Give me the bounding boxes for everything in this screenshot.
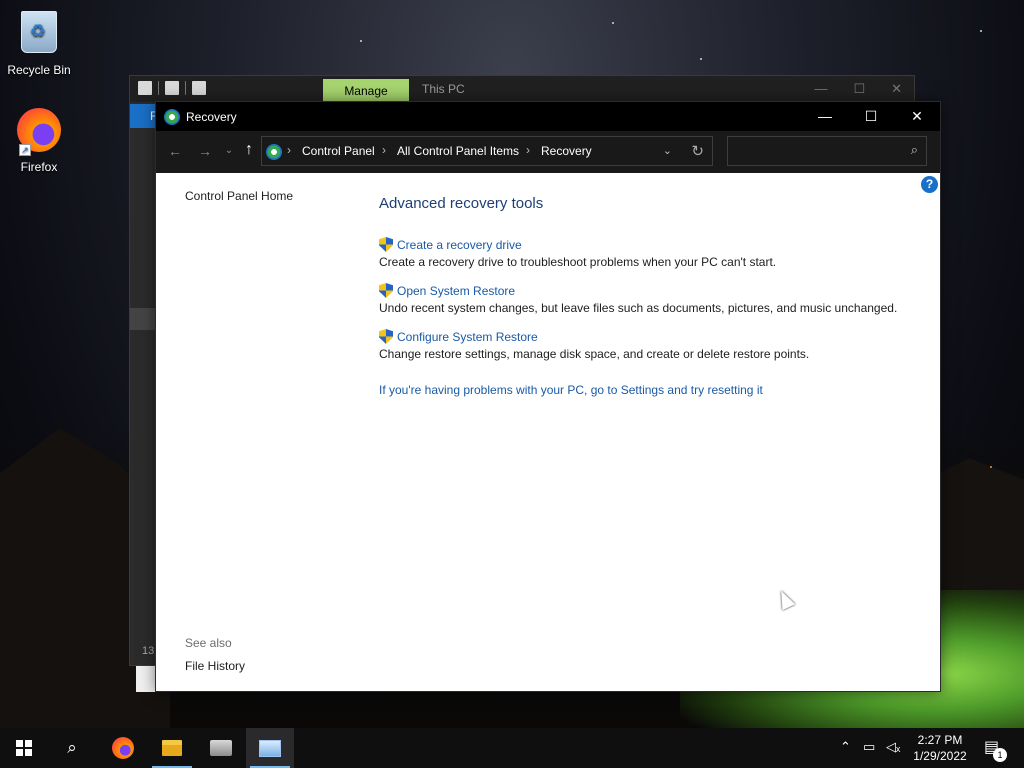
- search-icon: ⌕: [67, 738, 77, 757]
- task-create-recovery-drive: Create a recovery drive Create a recover…: [379, 237, 776, 269]
- breadcrumb-all-control-panel-items[interactable]: All Control Panel Items: [397, 144, 519, 158]
- windows-logo-icon: [16, 740, 32, 756]
- firefox-icon: [112, 737, 134, 759]
- breadcrumb-recovery[interactable]: Recovery: [541, 144, 592, 158]
- see-also-label: See also: [185, 636, 232, 650]
- background-window-controls: — ☐ ✕: [814, 81, 902, 97]
- notification-count-badge: 1: [993, 748, 1007, 762]
- task-description: Create a recovery drive to troubleshoot …: [379, 255, 777, 269]
- uac-shield-icon: [379, 329, 393, 344]
- computer-icon[interactable]: [138, 81, 152, 95]
- content-area: ? Control Panel Home See also File Histo…: [156, 173, 940, 691]
- close-icon[interactable]: ✕: [891, 81, 902, 97]
- left-pane: Control Panel Home See also File History: [185, 173, 365, 691]
- refresh-icon[interactable]: ↻: [691, 142, 704, 160]
- quick-access-toolbar: [138, 81, 206, 95]
- breadcrumb-separator[interactable]: ›: [526, 143, 530, 157]
- up-arrow-icon[interactable]: ↑: [239, 141, 259, 159]
- task-link-label[interactable]: Create a recovery drive: [397, 238, 522, 252]
- close-button[interactable]: ✕: [894, 102, 940, 131]
- reset-pc-link[interactable]: If you're having problems with your PC, …: [379, 383, 763, 397]
- folder-icon: [162, 740, 182, 756]
- wallpaper-star: [990, 466, 992, 468]
- desktop-icon-label: Recycle Bin: [7, 63, 71, 77]
- clock-date: 1/29/2022: [913, 749, 967, 763]
- wallpaper-star: [700, 58, 702, 60]
- forward-arrow-icon[interactable]: →: [195, 143, 215, 159]
- task-description: Undo recent system changes, but leave fi…: [379, 301, 898, 315]
- minimize-button[interactable]: —: [802, 102, 848, 131]
- create-recovery-drive-link[interactable]: Create a recovery drive: [379, 237, 776, 252]
- task-link-label[interactable]: Configure System Restore: [397, 330, 538, 344]
- control-panel-icon: [164, 109, 180, 125]
- uac-shield-icon: [379, 283, 393, 298]
- configure-system-restore-link[interactable]: Configure System Restore: [379, 329, 809, 344]
- breadcrumb-control-panel[interactable]: Control Panel: [302, 144, 375, 158]
- task-description: Change restore settings, manage disk spa…: [379, 347, 810, 361]
- firefox-icon: ↗: [15, 108, 63, 156]
- clock-time: 2:27 PM: [917, 733, 963, 747]
- recycle-bin-icon: [15, 11, 63, 59]
- taskbar-firefox[interactable]: [99, 728, 147, 768]
- breadcrumb-separator[interactable]: ›: [287, 143, 291, 157]
- wallpaper-star: [980, 30, 982, 32]
- server-manager-icon: [210, 740, 232, 756]
- recent-locations-chevron-icon[interactable]: ⌄: [219, 145, 239, 156]
- navigation-bar: ← → ⌄ ↑ › Control Panel › All Control Pa…: [156, 131, 940, 173]
- minimize-icon[interactable]: —: [814, 81, 827, 97]
- search-icon[interactable]: ⌕: [911, 142, 918, 158]
- file-history-link[interactable]: File History: [185, 659, 245, 673]
- control-panel-home-link[interactable]: Control Panel Home: [185, 189, 293, 203]
- ribbon-tab-file[interactable]: F: [130, 104, 158, 128]
- address-dropdown-icon[interactable]: ⌄: [663, 144, 672, 157]
- taskbar-clock[interactable]: 2:27 PM 1/29/2022: [905, 732, 975, 764]
- task-open-system-restore: Open System Restore Undo recent system c…: [379, 283, 897, 315]
- window-titlebar[interactable]: Recovery — ☐ ✕: [156, 102, 940, 131]
- network-icon[interactable]: ▭: [863, 739, 875, 755]
- task-link-label[interactable]: Open System Restore: [397, 284, 515, 298]
- address-bar[interactable]: › Control Panel › All Control Panel Item…: [261, 136, 713, 166]
- window-title: Recovery: [186, 110, 237, 124]
- recovery-window[interactable]: Recovery — ☐ ✕ ← → ⌄ ↑ › Control Panel ›…: [155, 101, 941, 692]
- navigation-pane-selection: [130, 308, 158, 330]
- open-system-restore-link[interactable]: Open System Restore: [379, 283, 897, 298]
- task-configure-system-restore: Configure System Restore Change restore …: [379, 329, 809, 361]
- status-bar-item-count: 13: [142, 645, 155, 657]
- wallpaper-star: [360, 40, 362, 42]
- background-window-edge: [136, 666, 156, 692]
- background-window-titlebar[interactable]: Manage This PC — ☐ ✕: [130, 76, 914, 103]
- wallpaper-star: [612, 22, 614, 24]
- uac-shield-icon: [379, 237, 393, 252]
- control-panel-icon: [259, 739, 281, 757]
- shortcut-arrow-icon: ↗: [19, 144, 31, 156]
- breadcrumb-separator[interactable]: ›: [382, 143, 386, 157]
- toolbar-separator: [185, 81, 186, 95]
- background-window-title: This PC: [422, 82, 465, 96]
- desktop-icon-recycle-bin[interactable]: Recycle Bin: [0, 8, 78, 77]
- properties-icon[interactable]: [165, 81, 179, 95]
- desktop-icon-label: Firefox: [20, 160, 58, 174]
- chevron-up-icon[interactable]: ⌃: [840, 739, 851, 755]
- search-box[interactable]: ⌕: [727, 136, 927, 166]
- desktop-icon-firefox[interactable]: ↗ Firefox: [0, 106, 78, 174]
- toolbar-separator: [158, 81, 159, 95]
- maximize-icon[interactable]: ☐: [853, 81, 865, 97]
- new-folder-icon[interactable]: [192, 81, 206, 95]
- taskbar: ⌕ ⌃ ▭ ◁ₓ 2:27 PM 1/29/2022 ▤ 1: [0, 728, 1024, 768]
- volume-muted-icon[interactable]: ◁ₓ: [886, 739, 900, 755]
- taskbar-file-explorer[interactable]: [148, 728, 196, 768]
- control-panel-icon: [266, 144, 282, 160]
- maximize-button[interactable]: ☐: [848, 102, 894, 131]
- taskbar-search-button[interactable]: ⌕: [48, 728, 96, 768]
- taskbar-server-manager[interactable]: [197, 728, 245, 768]
- page-title: Advanced recovery tools: [379, 195, 544, 212]
- start-button[interactable]: [0, 728, 48, 768]
- back-arrow-icon[interactable]: ←: [165, 143, 185, 159]
- taskbar-control-panel[interactable]: [246, 728, 294, 768]
- help-icon[interactable]: ?: [921, 176, 938, 193]
- ribbon-tab-manage[interactable]: Manage: [323, 79, 409, 103]
